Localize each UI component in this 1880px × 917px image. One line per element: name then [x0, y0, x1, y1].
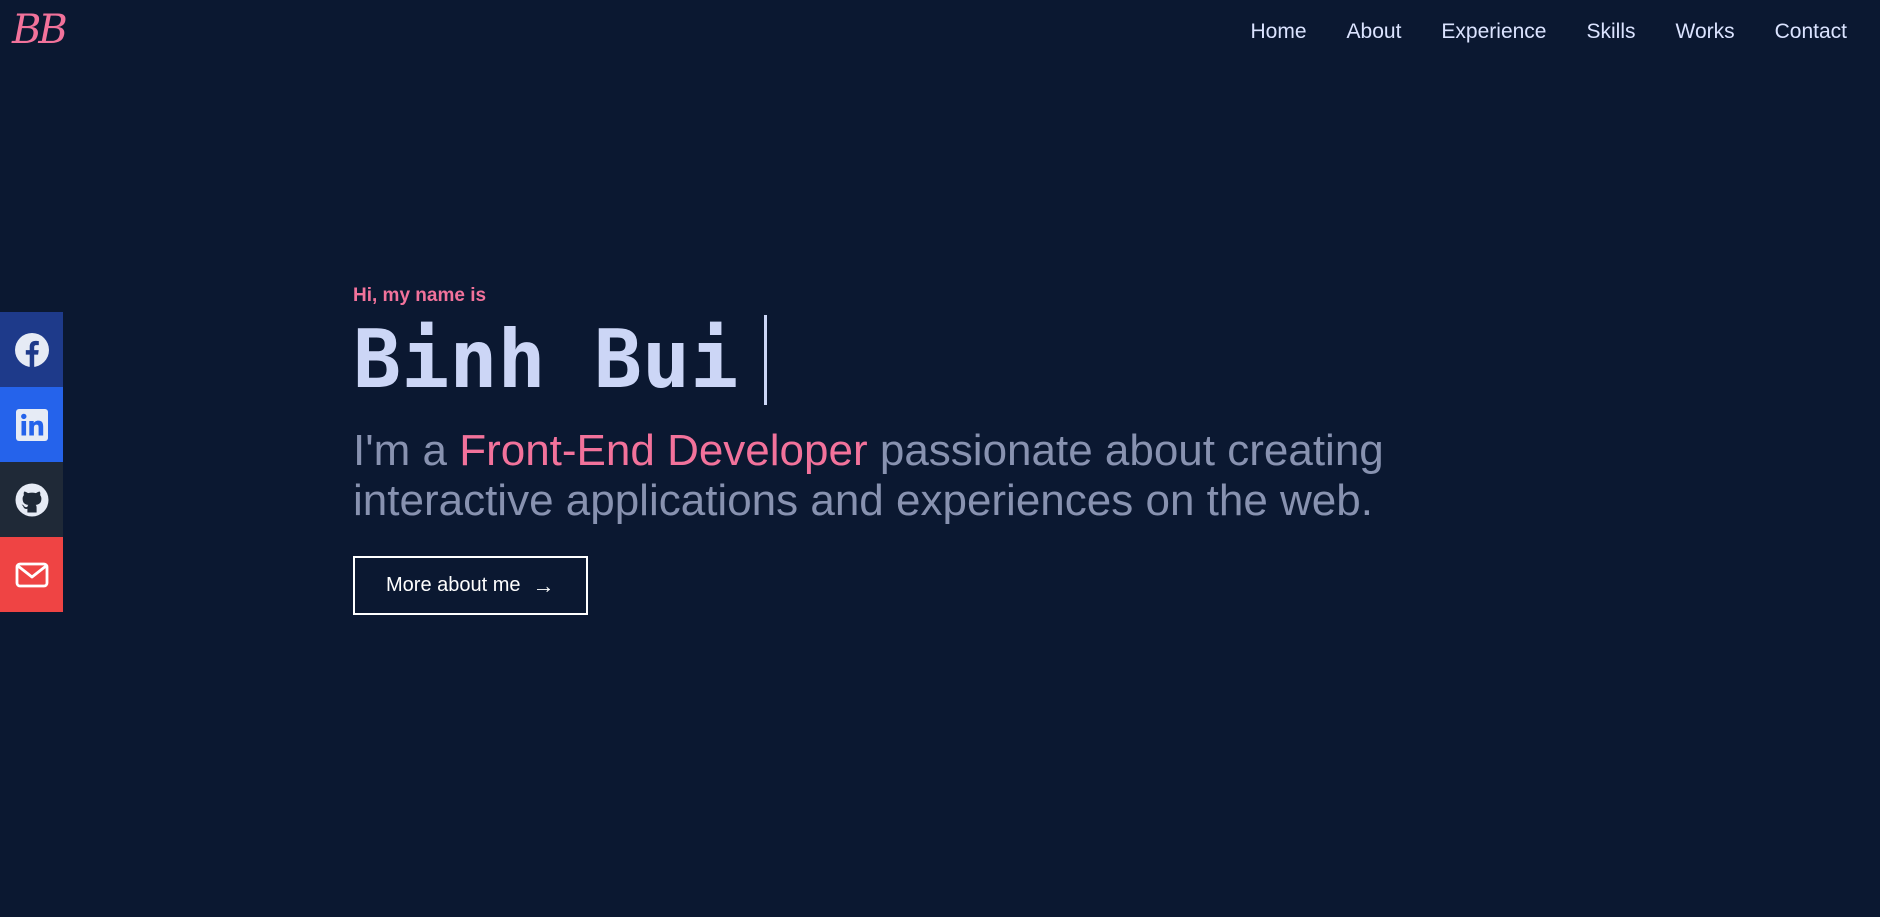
nav-about[interactable]: About [1347, 20, 1402, 44]
nav-works[interactable]: Works [1676, 20, 1735, 44]
linkedin-link[interactable] [0, 387, 63, 462]
arrow-right-icon: → [532, 572, 555, 598]
more-about-me-button[interactable]: More about me → [353, 556, 588, 615]
facebook-link[interactable] [0, 312, 63, 387]
nav-experience[interactable]: Experience [1441, 20, 1546, 44]
tagline-role: Front-End Developer [459, 426, 868, 475]
nav-contact[interactable]: Contact [1775, 20, 1847, 44]
name-row: Binh Bui [353, 312, 1553, 408]
github-icon [14, 482, 50, 518]
facebook-icon [14, 332, 50, 368]
site-logo[interactable]: BB [12, 6, 68, 54]
tagline-prefix: I'm a [353, 426, 460, 475]
github-link[interactable] [0, 462, 63, 537]
social-sidebar [0, 312, 63, 612]
hero-tagline: I'm a Front-End Developer passionate abo… [353, 426, 1553, 526]
main-nav: Home About Experience Skills Works Conta… [1211, 0, 1848, 64]
nav-skills[interactable]: Skills [1586, 20, 1635, 44]
nav-home[interactable]: Home [1251, 20, 1307, 44]
linkedin-icon [14, 407, 50, 443]
greeting-text: Hi, my name is [353, 285, 487, 306]
email-link[interactable] [0, 537, 63, 612]
hero-section: Hi, my name is Binh Bui I'm a Front-End … [353, 282, 1553, 615]
typing-cursor [764, 315, 768, 405]
hero-name: Binh Bui [353, 313, 739, 406]
cta-label: More about me [386, 574, 521, 596]
mail-icon [14, 557, 50, 593]
site-header: BB Home About Experience Skills Works Co… [0, 0, 1880, 64]
